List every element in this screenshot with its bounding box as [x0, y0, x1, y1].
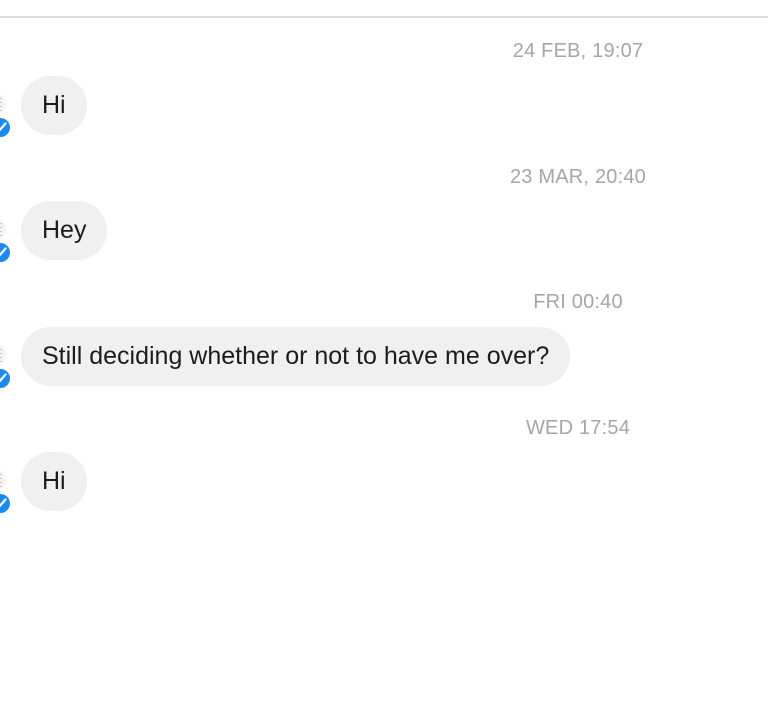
profile-avatar-icon: [0, 219, 6, 239]
sender-avatar[interactable]: [0, 345, 12, 390]
messenger-checkmark-icon: [0, 241, 12, 264]
timestamp: WED 17:54: [525, 417, 631, 439]
profile-avatar-icon: [0, 470, 6, 490]
message-bubble[interactable]: Hi: [21, 452, 87, 511]
timestamp: 24 FEB, 19:07: [512, 40, 644, 62]
messenger-checkmark-icon: [0, 367, 12, 390]
timestamp: 23 MAR, 20:40: [509, 166, 646, 188]
message-thread[interactable]: 24 FEB, 19:07 Hi 23 MAR, 20:40 Hey FRI 0…: [0, 0, 768, 716]
sender-avatar[interactable]: [0, 470, 12, 515]
message-bubble[interactable]: Still deciding whether or not to have me…: [21, 327, 571, 386]
message-bubble[interactable]: Hey: [21, 201, 108, 260]
sender-avatar[interactable]: [0, 94, 12, 139]
profile-avatar-icon: [0, 345, 6, 365]
sender-avatar[interactable]: [0, 219, 12, 264]
messenger-checkmark-icon: [0, 492, 12, 515]
message-bubble[interactable]: Hi: [21, 76, 87, 135]
profile-avatar-icon: [0, 94, 6, 114]
timestamp: FRI 00:40: [533, 291, 623, 313]
messenger-checkmark-icon: [0, 116, 12, 139]
